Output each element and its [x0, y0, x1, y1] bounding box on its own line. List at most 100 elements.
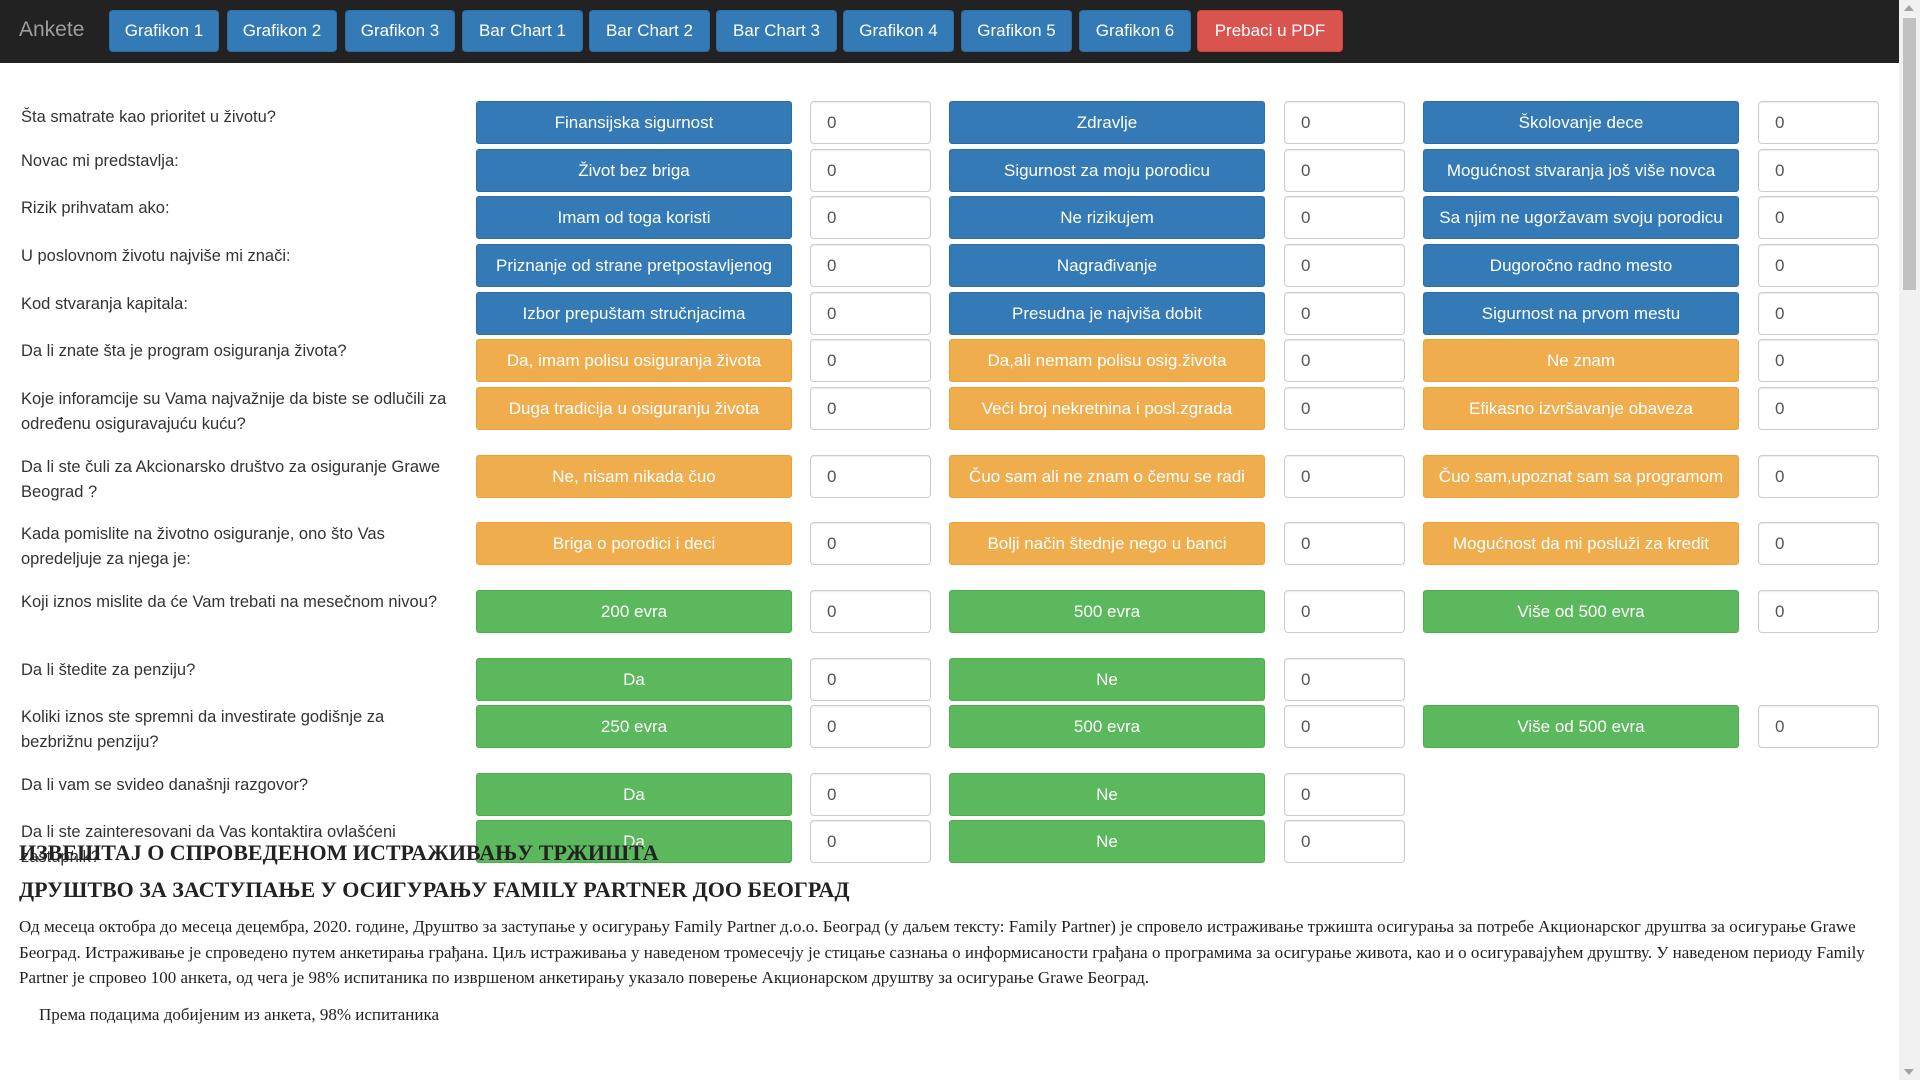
- answer-button[interactable]: Imam od toga koristi: [476, 196, 792, 239]
- nav-grafikon-5-button[interactable]: Grafikon 5: [961, 10, 1072, 52]
- export-pdf-button[interactable]: Prebaci u PDF: [1197, 10, 1343, 52]
- nav-bar-chart-3-button[interactable]: Bar Chart 3: [716, 10, 837, 52]
- answer-button[interactable]: Priznanje od strane pretpostavljenog: [476, 244, 792, 287]
- answer-button[interactable]: 250 evra: [476, 705, 792, 748]
- answer-count-input[interactable]: [1284, 705, 1405, 748]
- answer-button[interactable]: Više od 500 evra: [1423, 705, 1739, 748]
- question-label: Da li štedite za penziju?: [21, 661, 196, 679]
- answer-count-input[interactable]: [1284, 522, 1405, 565]
- answer-count-input[interactable]: [810, 705, 931, 748]
- answer-count-input[interactable]: [1284, 590, 1405, 633]
- answer-button[interactable]: Izbor prepuštam stručnjacima: [476, 292, 792, 335]
- answer-count-input[interactable]: [810, 292, 931, 335]
- answer-button[interactable]: Da: [476, 658, 792, 701]
- answer-button[interactable]: Ne: [949, 658, 1265, 701]
- answer-button[interactable]: Veći broj nekretnina i posl.zgrada: [949, 387, 1265, 430]
- answer-button[interactable]: Ne znam: [1423, 339, 1739, 382]
- answer-count-input[interactable]: [1284, 149, 1405, 192]
- question-label: Novac mi predstavlja:: [21, 152, 179, 170]
- answer-count-input[interactable]: [1284, 658, 1405, 701]
- question-label: Šta smatrate kao prioritet u životu?: [21, 108, 276, 126]
- answer-button[interactable]: Čuo sam ali ne znam o čemu se radi: [949, 455, 1265, 498]
- answer-button[interactable]: Sigurnost na prvom mestu: [1423, 292, 1739, 335]
- answer-count-input[interactable]: [1758, 292, 1879, 335]
- answer-button[interactable]: Nagrađivanje: [949, 244, 1265, 287]
- answer-button[interactable]: Mogućnost da mi posluži za kredit: [1423, 522, 1739, 565]
- question-label: Da li vam se svideo današnji razgovor?: [21, 776, 309, 794]
- nav-bar-chart-2-button[interactable]: Bar Chart 2: [589, 10, 710, 52]
- nav-grafikon-6-button[interactable]: Grafikon 6: [1079, 10, 1191, 52]
- answer-button[interactable]: Zdravlje: [949, 101, 1265, 144]
- answer-button[interactable]: Više od 500 evra: [1423, 590, 1739, 633]
- answer-button[interactable]: 200 evra: [476, 590, 792, 633]
- answer-count-input[interactable]: [1758, 339, 1879, 382]
- answer-button[interactable]: Duga tradicija u osiguranju života: [476, 387, 792, 430]
- answer-count-input[interactable]: [1284, 387, 1405, 430]
- answer-count-input[interactable]: [1284, 244, 1405, 287]
- answer-button[interactable]: Da: [476, 773, 792, 816]
- answer-button[interactable]: Sa njim ne ugoržavam svoju porodicu: [1423, 196, 1739, 239]
- answer-button[interactable]: Presudna je najviša dobit: [949, 292, 1265, 335]
- answer-count-input[interactable]: [810, 590, 931, 633]
- question-label: Koji iznos mislite da će Vam trebati na …: [21, 593, 438, 611]
- answer-button[interactable]: Ne, nisam nikada čuo: [476, 455, 792, 498]
- answer-count-input[interactable]: [1284, 101, 1405, 144]
- answer-button[interactable]: 500 evra: [949, 590, 1265, 633]
- answer-count-input[interactable]: [1758, 387, 1879, 430]
- answer-count-input[interactable]: [1284, 339, 1405, 382]
- answer-button[interactable]: Da,ali nemam polisu osig.života: [949, 339, 1265, 382]
- nav-grafikon-3-button[interactable]: Grafikon 3: [345, 10, 455, 52]
- answer-count-input[interactable]: [810, 339, 931, 382]
- answer-count-input[interactable]: [810, 196, 931, 239]
- answer-count-input[interactable]: [1758, 101, 1879, 144]
- answer-count-input[interactable]: [1758, 196, 1879, 239]
- top-navbar: Ankete Grafikon 1 Grafikon 2 Grafikon 3 …: [0, 0, 1899, 63]
- answer-count-input[interactable]: [1758, 522, 1879, 565]
- scrollbar-thumb[interactable]: [1903, 18, 1916, 290]
- answer-count-input[interactable]: [1284, 773, 1405, 816]
- nav-grafikon-4-button[interactable]: Grafikon 4: [843, 10, 954, 52]
- nav-grafikon-2-button[interactable]: Grafikon 2: [227, 10, 337, 52]
- scroll-up-arrow-icon[interactable]: [1904, 5, 1914, 11]
- answer-count-input[interactable]: [1284, 455, 1405, 498]
- answer-count-input[interactable]: [1758, 705, 1879, 748]
- answer-button[interactable]: Čuo sam,upoznat sam sa programom: [1423, 455, 1739, 498]
- answer-count-input[interactable]: [1284, 196, 1405, 239]
- answer-button[interactable]: Život bez briga: [476, 149, 792, 192]
- answer-button[interactable]: Da, imam polisu osiguranja života: [476, 339, 792, 382]
- navbar-brand[interactable]: Ankete: [19, 18, 84, 42]
- answer-button[interactable]: 500 evra: [949, 705, 1265, 748]
- answer-count-input[interactable]: [810, 773, 931, 816]
- answer-count-input[interactable]: [810, 658, 931, 701]
- page-scrollbar[interactable]: [1899, 0, 1920, 1080]
- report-title: ИЗВЕШТАЈ О СПРОВЕДЕНОМ ИСТРАЖИВАЊУ ТРЖИШ…: [19, 840, 659, 865]
- report-subtitle: ДРУШТВО ЗА ЗАСТУПАЊЕ У ОСИГУРАЊУ FAMILY …: [19, 877, 850, 902]
- answer-count-input[interactable]: [810, 522, 931, 565]
- answer-count-input[interactable]: [1758, 244, 1879, 287]
- answer-button[interactable]: Ne rizikujem: [949, 196, 1265, 239]
- nav-grafikon-1-button[interactable]: Grafikon 1: [109, 10, 219, 52]
- answer-button[interactable]: Finansijska sigurnost: [476, 101, 792, 144]
- answer-button[interactable]: Bolji način štednje nego u banci: [949, 522, 1265, 565]
- answer-count-input[interactable]: [810, 387, 931, 430]
- answer-button[interactable]: Mogućnost stvaranja još više novca: [1423, 149, 1739, 192]
- scroll-down-arrow-icon[interactable]: [1904, 1069, 1914, 1075]
- nav-bar-chart-1-button[interactable]: Bar Chart 1: [462, 10, 583, 52]
- answer-button[interactable]: Sigurnost za moju porodicu: [949, 149, 1265, 192]
- answer-count-input[interactable]: [810, 101, 931, 144]
- answer-count-input[interactable]: [1758, 455, 1879, 498]
- answer-count-input[interactable]: [1284, 292, 1405, 335]
- answer-button[interactable]: Ne: [949, 773, 1265, 816]
- answer-count-input[interactable]: [810, 455, 931, 498]
- answer-button[interactable]: Briga o porodici i deci: [476, 522, 792, 565]
- question-label: Da li ste čuli za Akcionarsko društvo za…: [21, 458, 441, 501]
- answer-button[interactable]: Školovanje dece: [1423, 101, 1739, 144]
- answer-count-input[interactable]: [810, 149, 931, 192]
- question-label: Da li znate šta je program osiguranja ži…: [21, 342, 347, 360]
- answer-button[interactable]: Efikasno izvršavanje obaveza: [1423, 387, 1739, 430]
- report-paragraph: Од месеца октобра до месеца децембра, 20…: [19, 917, 1865, 987]
- answer-button[interactable]: Dugoročno radno mesto: [1423, 244, 1739, 287]
- answer-count-input[interactable]: [810, 244, 931, 287]
- answer-count-input[interactable]: [1758, 149, 1879, 192]
- answer-count-input[interactable]: [1758, 590, 1879, 633]
